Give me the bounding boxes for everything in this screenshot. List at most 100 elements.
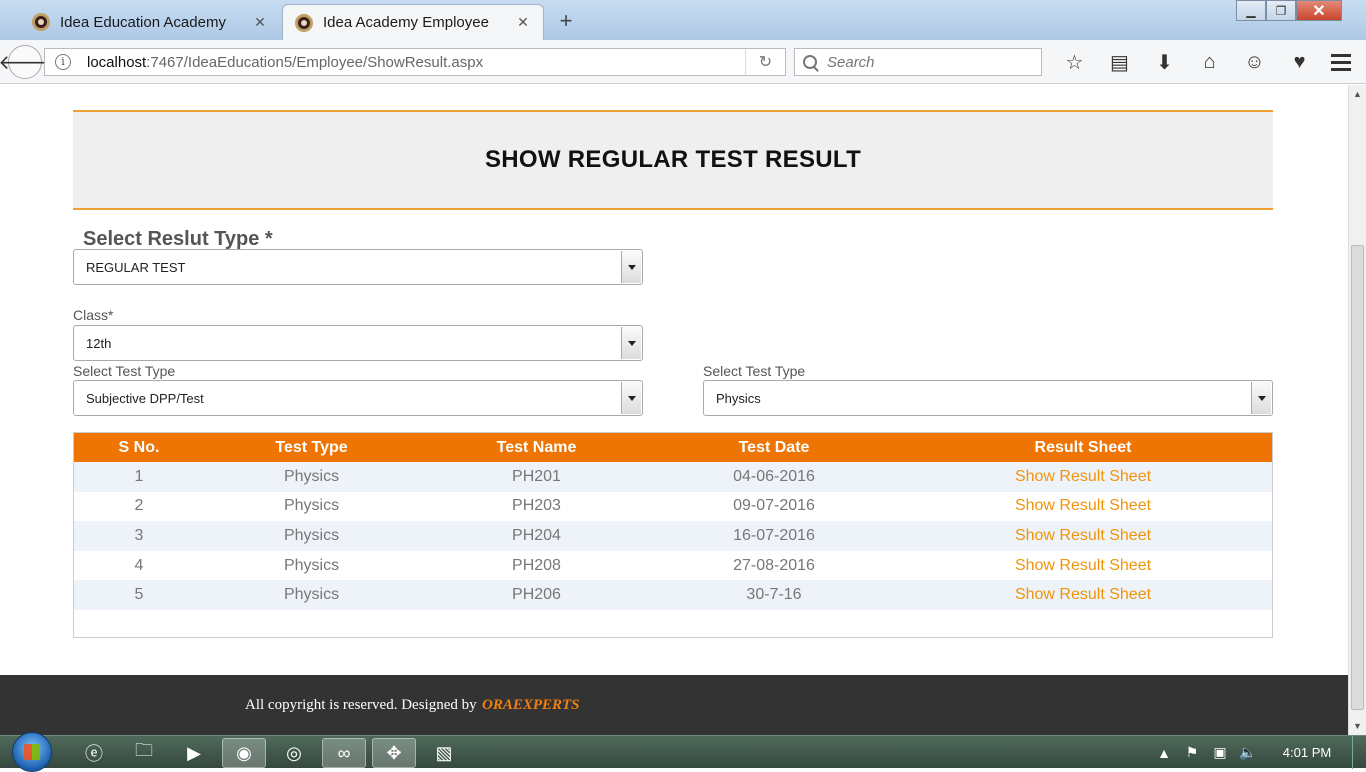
cell-result-sheet: Show Result Sheet [894,491,1272,522]
chevron-down-icon[interactable] [1251,382,1271,414]
bookmarks-list-icon[interactable]: ▤ [1097,48,1142,76]
cell-test-type: Physics [204,580,419,610]
action-center-flag-icon[interactable]: ⚑ [1178,744,1206,761]
table-row: 1 Physics PH201 04-06-2016 Show Result S… [74,462,1272,492]
close-window-button[interactable]: ✕ [1296,0,1342,21]
tray-expand-icon[interactable]: ▲ [1150,745,1178,761]
system-tray: ▲ ⚑ ▣ 🔈 4:01 PM [1150,736,1366,769]
show-result-sheet-link[interactable]: Show Result Sheet [1015,557,1151,574]
footer-brand-link[interactable]: ORAEXPERTS [482,697,580,714]
volume-icon[interactable]: 🔈 [1234,744,1262,761]
result-type-label: Select Reslut Type * [83,228,273,250]
cell-sno: 2 [74,491,204,522]
class-label: Class* [73,307,114,323]
table-row: 2 Physics PH203 09-07-2016 Show Result S… [74,491,1272,522]
show-result-sheet-link[interactable]: Show Result Sheet [1015,586,1151,603]
search-input[interactable] [827,53,1027,71]
search-bar[interactable] [794,48,1042,76]
page-title: SHOW REGULAR TEST RESULT [484,146,862,173]
class-select[interactable]: 12th [73,325,643,361]
close-tab-icon[interactable]: ✕ [515,14,531,31]
cell-test-date: 16-07-2016 [654,521,894,551]
result-type-value: REGULAR TEST [86,259,186,275]
page-header: SHOW REGULAR TEST RESULT [73,110,1273,210]
bookmark-star-icon[interactable]: ☆ [1052,48,1097,76]
new-tab-button[interactable]: + [555,8,577,34]
visual-studio-icon[interactable]: ∞ [322,738,366,768]
reload-icon[interactable]: ↻ [745,49,785,75]
test-category-select[interactable]: Subjective DPP/Test [73,380,643,416]
chevron-down-icon[interactable] [621,327,641,359]
scroll-down-icon[interactable]: ▼ [1349,717,1366,735]
cell-test-type: Physics [204,491,419,522]
show-result-sheet-link[interactable]: Show Result Sheet [1015,497,1151,514]
show-result-sheet-link[interactable]: Show Result Sheet [1015,527,1151,544]
tab-title: Idea Academy Employee [323,14,489,31]
network-icon[interactable]: ▣ [1206,744,1234,761]
info-icon[interactable]: i [55,54,71,70]
minimize-button[interactable]: ▁ [1236,0,1266,21]
column-header-test-name: Test Name [419,433,654,462]
cell-test-type: Physics [204,462,419,492]
chevron-down-icon[interactable] [621,382,641,414]
cell-test-date: 09-07-2016 [654,491,894,522]
url-text[interactable]: localhost:7467/IdeaEducation5/Employee/S… [87,54,745,71]
footer-copyright: All copyright is reserved. Designed by [245,696,477,713]
browser-nav-bar: 🡐 i localhost:7467/IdeaEducation5/Employ… [0,40,1366,84]
home-icon[interactable]: ⌂ [1187,48,1232,76]
hamburger-menu-icon[interactable] [1324,48,1358,76]
browser-tab-bar: Idea Education Academy ✕ Idea Academy Em… [0,0,1366,40]
cell-sno: 3 [74,521,204,551]
close-tab-icon[interactable]: ✕ [252,14,268,31]
cell-sno: 4 [74,550,204,581]
media-player-icon[interactable]: ▶ [172,738,216,768]
tools-icon[interactable]: ✥ [372,738,416,768]
cell-test-type: Physics [204,550,419,581]
results-table-container: S No. Test Type Test Name Test Date Resu… [73,432,1273,638]
test-category-value: Subjective DPP/Test [86,390,204,406]
cell-test-name: PH204 [419,521,654,551]
cell-test-name: PH201 [419,462,654,492]
windows-taskbar: ⓔ 🗀 ▶ ◉ ◎ ∞ ✥ ▧ ▲ ⚑ ▣ 🔈 4:01 PM [0,732,1366,772]
tab-idea-academy-employee[interactable]: Idea Academy Employee ✕ [282,4,544,40]
column-header-test-type: Test Type [204,433,419,462]
download-icon[interactable]: ⬇ [1142,48,1187,76]
scroll-up-icon[interactable]: ▲ [1349,85,1366,103]
file-explorer-icon[interactable]: 🗀 [122,738,166,768]
cell-result-sheet: Show Result Sheet [894,550,1272,581]
result-type-select[interactable]: REGULAR TEST [73,249,643,285]
show-result-sheet-link[interactable]: Show Result Sheet [1015,468,1151,485]
start-button[interactable] [12,732,52,772]
address-bar[interactable]: i localhost:7467/IdeaEducation5/Employee… [44,48,786,76]
table-row: 3 Physics PH204 16-07-2016 Show Result S… [74,521,1272,551]
cell-result-sheet: Show Result Sheet [894,580,1272,610]
app-icon[interactable]: ▧ [422,738,466,768]
chrome-icon[interactable]: ◎ [272,738,316,768]
cell-test-date: 27-08-2016 [654,550,894,581]
show-desktop-button[interactable] [1352,736,1366,769]
pocket-icon[interactable]: ♥ [1277,48,1322,76]
maximize-button[interactable]: ❐ [1266,0,1296,21]
hello-chat-icon[interactable]: ☺ [1232,48,1277,76]
back-button[interactable]: 🡐 [0,45,52,79]
cell-result-sheet: Show Result Sheet [894,521,1272,551]
cell-test-name: PH206 [419,580,654,610]
window-controls: ▁ ❐ ✕ [1236,0,1342,22]
chevron-down-icon[interactable] [621,251,641,283]
cell-sno: 5 [74,580,204,610]
page-scrollbar[interactable]: ▲ ▼ [1348,85,1366,735]
column-header-test-date: Test Date [654,433,894,462]
clock[interactable]: 4:01 PM [1262,745,1352,760]
search-icon [803,55,817,69]
firefox-icon[interactable]: ◉ [222,738,266,768]
internet-explorer-icon[interactable]: ⓔ [72,738,116,768]
table-row: 5 Physics PH206 30-7-16 Show Result Shee… [74,580,1272,610]
test-type-label-left: Select Test Type [73,363,176,379]
class-value: 12th [86,335,112,351]
subject-select[interactable]: Physics [703,380,1273,416]
tab-idea-education-academy[interactable]: Idea Education Academy ✕ [20,4,280,40]
column-header-result-sheet: Result Sheet [894,433,1272,462]
site-logo-icon [32,13,50,31]
scrollbar-thumb[interactable] [1351,245,1364,710]
cell-test-name: PH203 [419,491,654,522]
